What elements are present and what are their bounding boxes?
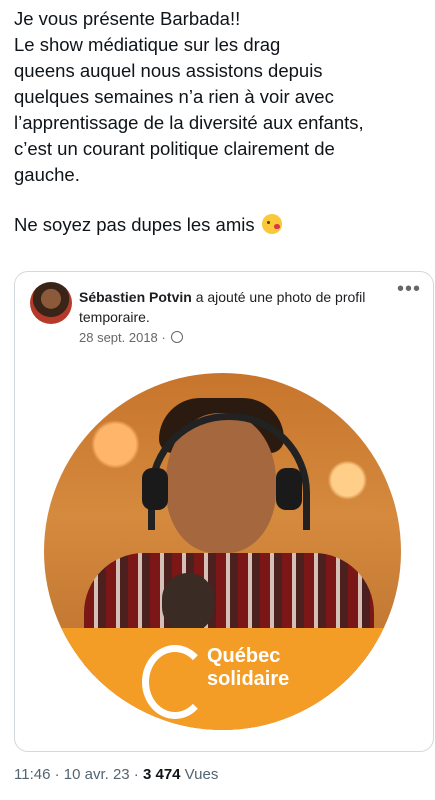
post-header: Sébastien Potvin a ajouté une photo de p… <box>79 287 379 327</box>
quebec-solidaire-logo-icon <box>142 645 208 719</box>
banner-line2: solidaire <box>207 668 290 690</box>
tweet-line: queens auquel nous assistons depuis <box>14 60 323 81</box>
post-date[interactable]: 28 sept. 2018 · <box>79 330 166 345</box>
tweet-body: Je vous présente Barbada!! Le show média… <box>14 6 424 238</box>
tweet-line: quelques semaines n’a rien à voir avec <box>14 86 334 107</box>
post-meta: 28 sept. 2018 · <box>79 330 184 345</box>
tweet-line: Je vous présente Barbada!! <box>14 8 241 29</box>
views-count: 3 474 <box>142 766 181 783</box>
views-label: Vues <box>180 766 219 783</box>
headphone-ear-left <box>142 468 168 510</box>
tweet-line: Le show médiatique sur les drag <box>14 34 281 55</box>
tweet-line: gauche. <box>14 164 80 185</box>
tweet-closing-line: Ne soyez pas dupes les amis <box>14 212 424 238</box>
tweet-footer: 11:46 · 10 avr. 23 · 3 474 Vues <box>14 766 218 783</box>
profile-photo[interactable]: Québec solidaire <box>44 373 401 730</box>
headphone-ear-right <box>276 468 302 510</box>
embedded-facebook-post[interactable]: Sébastien Potvin a ajouté une photo de p… <box>14 271 434 752</box>
microphone-icon <box>162 573 214 633</box>
globe-icon <box>171 331 184 343</box>
tweet-closing-text: Ne soyez pas dupes les amis <box>14 214 255 235</box>
tweet-line: l’apprentissage de la diversité aux enfa… <box>14 112 364 133</box>
tweet-line: c’est un courant politique clairement de <box>14 138 335 159</box>
banner-text: Québec solidaire <box>207 645 289 691</box>
kiss-emoji-icon <box>261 214 282 234</box>
more-dots-icon[interactable]: ••• <box>397 279 421 299</box>
tweet-timestamp[interactable]: 11:46 · 10 avr. 23 · <box>14 766 143 783</box>
avatar[interactable] <box>30 282 72 324</box>
banner-line1: Québec <box>207 645 281 667</box>
author-name[interactable]: Sébastien Potvin <box>79 289 192 305</box>
